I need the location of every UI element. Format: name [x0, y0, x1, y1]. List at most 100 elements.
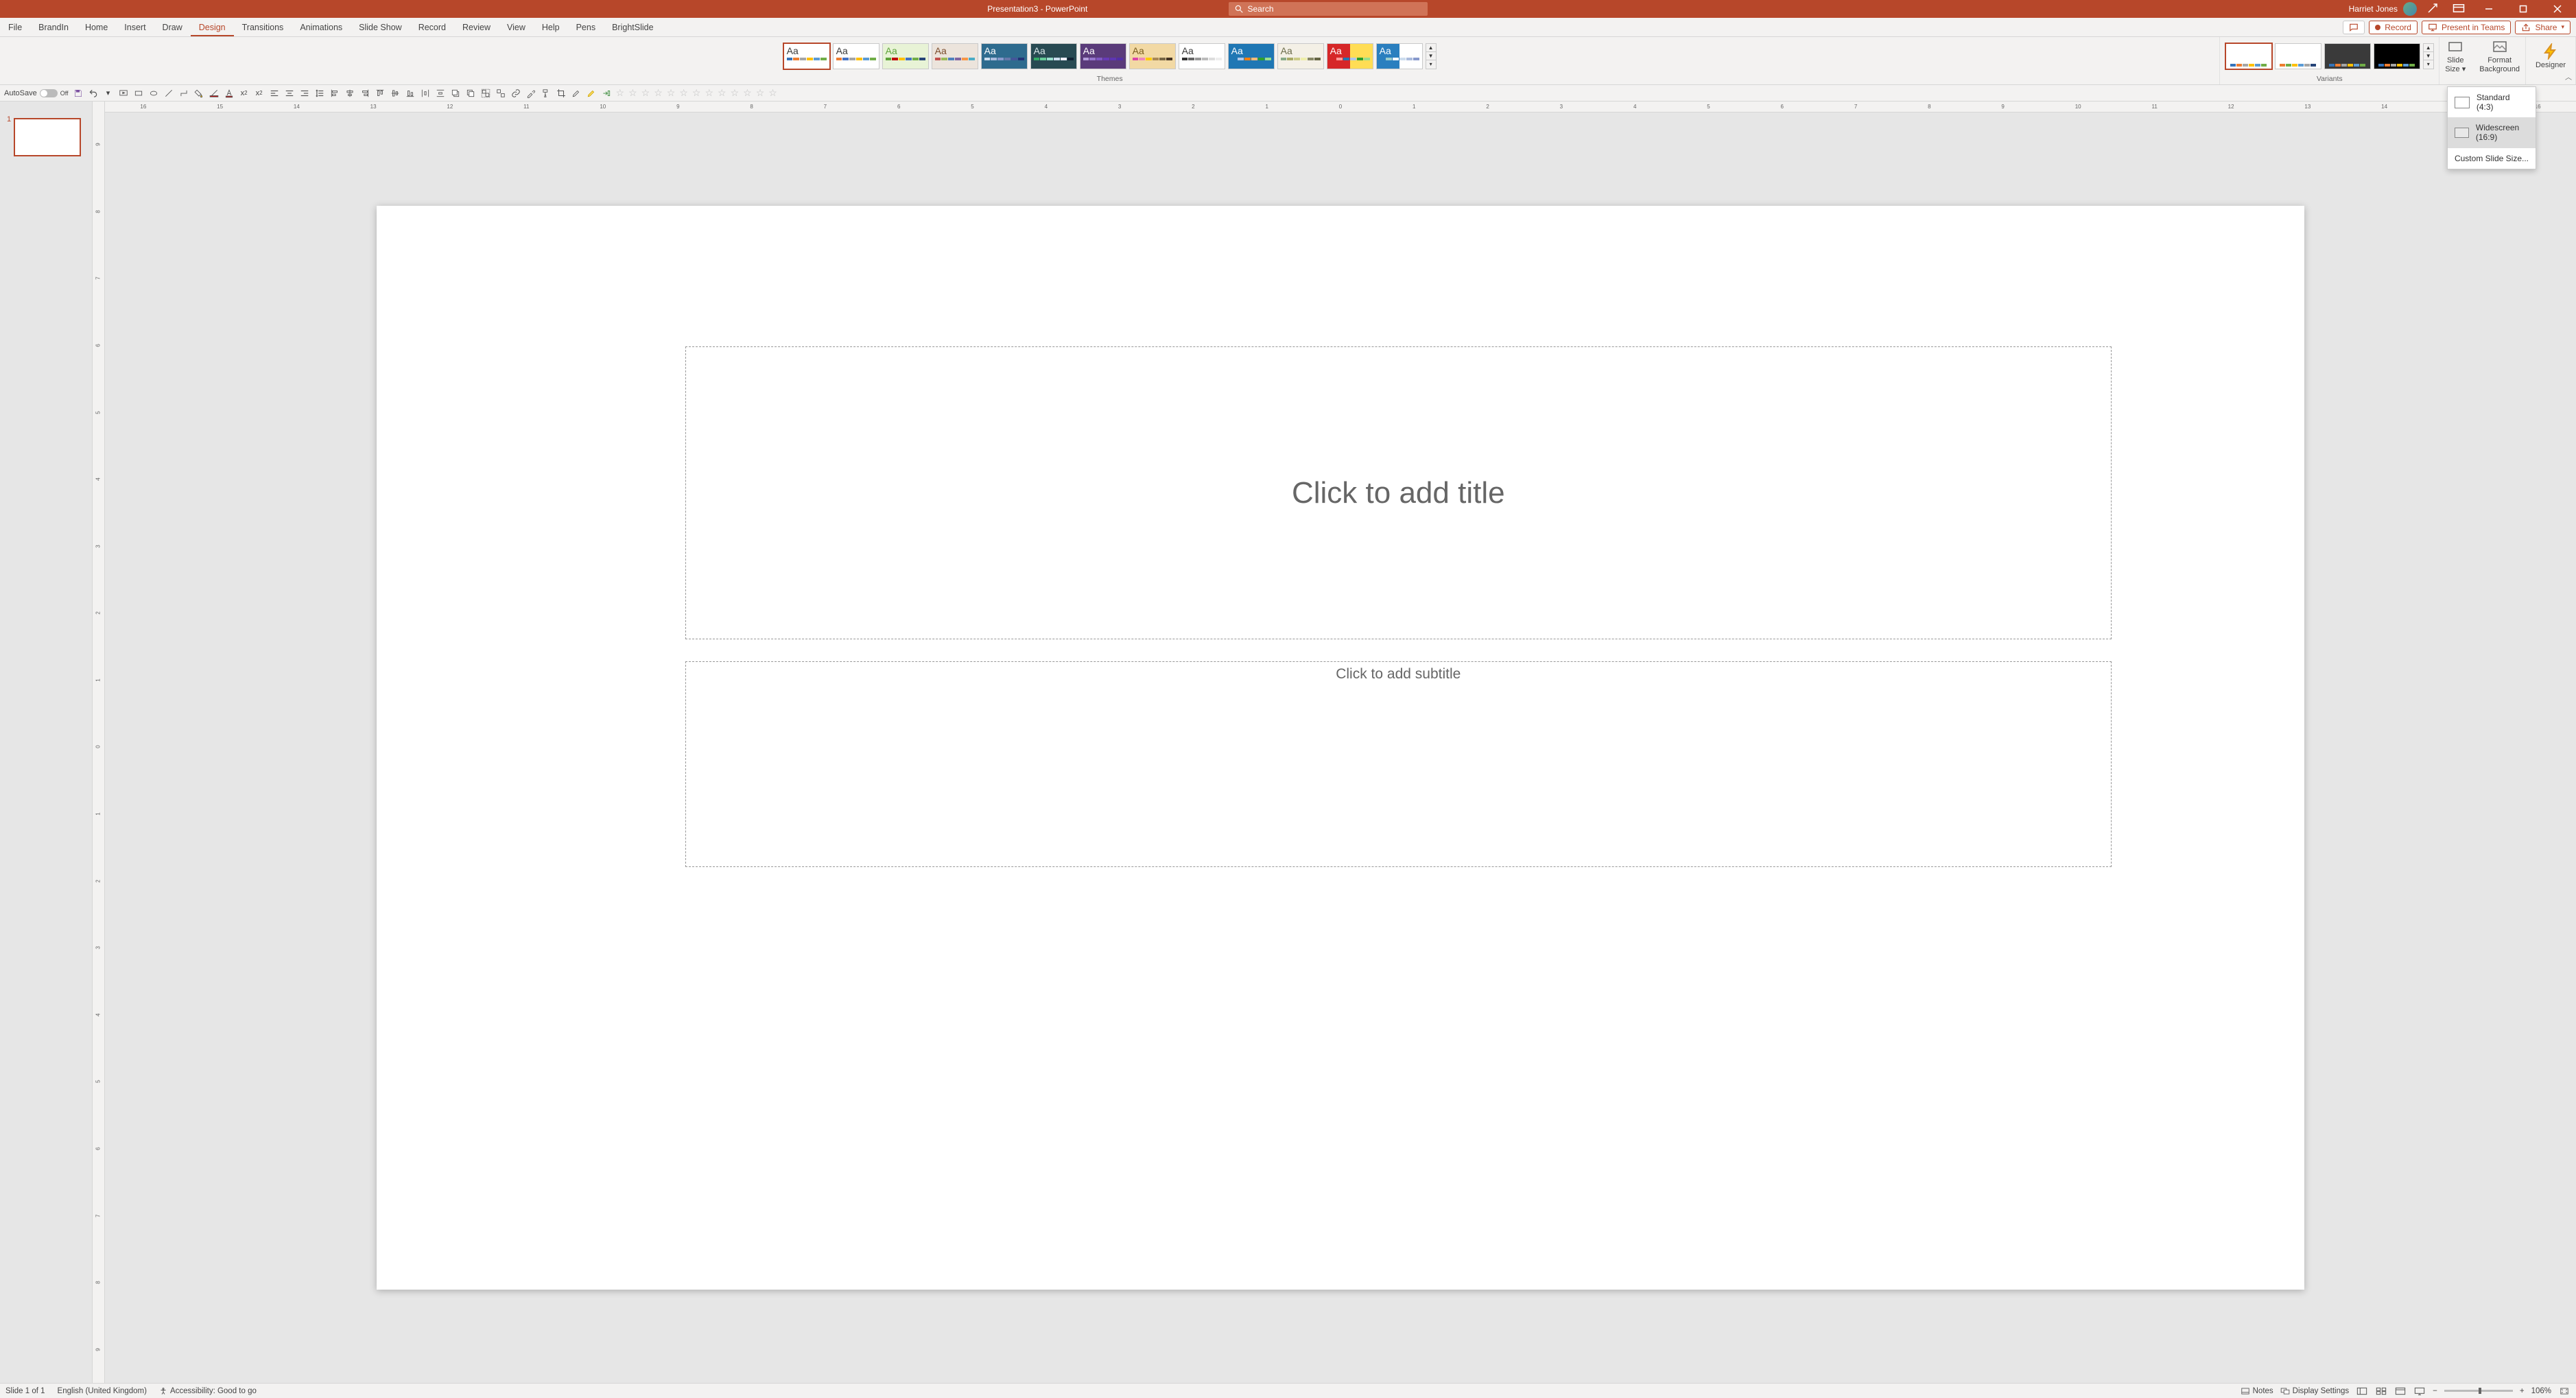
- comments-button[interactable]: [2343, 21, 2365, 34]
- theme-thumbnail[interactable]: Aa: [1129, 43, 1176, 69]
- fit-to-window-button[interactable]: [2558, 1386, 2571, 1396]
- zoom-slider[interactable]: [2444, 1390, 2513, 1392]
- qat-star-icon[interactable]: ☆: [768, 87, 777, 99]
- expand-gallery-icon[interactable]: ▾: [1426, 60, 1436, 68]
- slide-position[interactable]: Slide 1 of 1: [5, 1387, 45, 1395]
- oval-shape-icon[interactable]: [148, 88, 159, 99]
- title-placeholder[interactable]: Click to add title: [685, 346, 2112, 639]
- chevron-up-icon[interactable]: ▲: [1426, 44, 1436, 52]
- shape-fill-icon[interactable]: [193, 88, 204, 99]
- theme-thumbnail[interactable]: Aa: [981, 43, 1028, 69]
- line-shape-icon[interactable]: [163, 88, 174, 99]
- ribbon-mode-icon[interactable]: [2448, 3, 2469, 15]
- designer-button[interactable]: Designer: [2530, 40, 2571, 72]
- animation-pane-icon[interactable]: [601, 88, 612, 99]
- chevron-up-icon[interactable]: ▲: [2424, 44, 2433, 52]
- tab-brightslide[interactable]: BrightSlide: [604, 18, 661, 36]
- pen-icon[interactable]: [571, 88, 582, 99]
- notes-button[interactable]: Notes: [2241, 1387, 2273, 1395]
- qat-star-icon[interactable]: ☆: [679, 87, 688, 99]
- qat-star-icon[interactable]: ☆: [705, 87, 713, 99]
- user-name[interactable]: Harriet Jones: [2349, 4, 2398, 14]
- tab-view[interactable]: View: [499, 18, 534, 36]
- zoom-in-button[interactable]: +: [2520, 1387, 2525, 1395]
- slide-editor[interactable]: Click to add title Click to add subtitle: [105, 112, 2576, 1383]
- variant-thumbnail[interactable]: [2374, 43, 2420, 69]
- theme-thumbnail[interactable]: Aa: [1327, 43, 1373, 69]
- maximize-button[interactable]: [2509, 0, 2538, 18]
- font-color-icon[interactable]: [224, 88, 235, 99]
- qat-star-icon[interactable]: ☆: [756, 87, 765, 99]
- link-icon[interactable]: [510, 88, 521, 99]
- zoom-percent[interactable]: 106%: [2531, 1387, 2551, 1395]
- search-box[interactable]: Search: [1229, 2, 1428, 16]
- align-right-icon[interactable]: [299, 88, 310, 99]
- theme-thumbnail[interactable]: Aa: [1228, 43, 1275, 69]
- align-objects-bottom-icon[interactable]: [405, 88, 416, 99]
- theme-thumbnail[interactable]: Aa: [833, 43, 879, 69]
- accessibility-status[interactable]: Accessibility: Good to go: [159, 1387, 257, 1395]
- theme-thumbnail[interactable]: Aa: [783, 43, 830, 69]
- theme-thumbnail[interactable]: Aa: [932, 43, 978, 69]
- qat-star-icon[interactable]: ☆: [616, 87, 625, 99]
- connector-shape-icon[interactable]: [178, 88, 189, 99]
- send-backward-icon[interactable]: [465, 88, 476, 99]
- qat-star-icon[interactable]: ☆: [654, 87, 663, 99]
- qat-star-icon[interactable]: ☆: [731, 87, 740, 99]
- redo-dropdown-icon[interactable]: ▾: [103, 88, 114, 99]
- display-settings-button[interactable]: Display Settings: [2280, 1387, 2349, 1395]
- distribute-v-icon[interactable]: [435, 88, 446, 99]
- tab-animations[interactable]: Animations: [292, 18, 351, 36]
- align-objects-left-icon[interactable]: [329, 88, 340, 99]
- slideshow-view-button[interactable]: [2413, 1386, 2426, 1396]
- align-left-icon[interactable]: [269, 88, 280, 99]
- avatar[interactable]: [2403, 2, 2417, 16]
- qat-star-icon[interactable]: ☆: [628, 87, 637, 99]
- slide-size-standard-option[interactable]: Standard (4:3): [2448, 87, 2536, 117]
- variants-gallery-scroll[interactable]: ▲▼▾: [2423, 43, 2434, 69]
- themes-gallery-scroll[interactable]: ▲▼▾: [1426, 43, 1437, 69]
- theme-thumbnail[interactable]: Aa: [1080, 43, 1126, 69]
- chevron-down-icon[interactable]: ▼: [1426, 52, 1436, 60]
- expand-gallery-icon[interactable]: ▾: [2424, 60, 2433, 68]
- tab-help[interactable]: Help: [534, 18, 568, 36]
- bring-forward-icon[interactable]: [450, 88, 461, 99]
- align-objects-top-icon[interactable]: [375, 88, 386, 99]
- tab-draw[interactable]: Draw: [154, 18, 191, 36]
- close-button[interactable]: [2543, 0, 2572, 18]
- slide-thumbnail[interactable]: [14, 118, 81, 156]
- qat-star-icon[interactable]: ☆: [743, 87, 752, 99]
- tab-insert[interactable]: Insert: [116, 18, 154, 36]
- tab-design[interactable]: Design: [191, 18, 234, 36]
- variant-thumbnail[interactable]: [2275, 43, 2321, 69]
- group-icon[interactable]: [480, 88, 491, 99]
- present-in-teams-button[interactable]: Present in Teams: [2422, 21, 2512, 34]
- tab-home[interactable]: Home: [77, 18, 116, 36]
- format-background-button[interactable]: FormatBackground: [2474, 37, 2525, 75]
- thumbnail-panel[interactable]: 1: [0, 102, 93, 1383]
- autosave-toggle[interactable]: AutoSave Off: [4, 89, 69, 97]
- subtitle-placeholder[interactable]: Click to add subtitle: [685, 661, 2112, 867]
- align-objects-middle-icon[interactable]: [390, 88, 401, 99]
- slide-size-button[interactable]: SlideSize ▾: [2439, 37, 2471, 75]
- tab-slide-show[interactable]: Slide Show: [351, 18, 410, 36]
- qat-star-icon[interactable]: ☆: [667, 87, 676, 99]
- record-button[interactable]: Record: [2369, 21, 2418, 34]
- save-icon[interactable]: [73, 88, 84, 99]
- theme-thumbnail[interactable]: Aa: [1030, 43, 1077, 69]
- tab-pens[interactable]: Pens: [568, 18, 604, 36]
- shape-outline-icon[interactable]: [209, 88, 220, 99]
- eyedropper-icon[interactable]: [525, 88, 536, 99]
- highlighter-icon[interactable]: [586, 88, 597, 99]
- qat-star-icon[interactable]: ☆: [641, 87, 650, 99]
- custom-slide-size-option[interactable]: Custom Slide Size...: [2448, 148, 2536, 169]
- ungroup-icon[interactable]: [495, 88, 506, 99]
- distribute-h-icon[interactable]: [420, 88, 431, 99]
- theme-thumbnail[interactable]: Aa: [1376, 43, 1423, 69]
- coming-soon-icon[interactable]: [2422, 2, 2443, 16]
- undo-icon[interactable]: [88, 88, 99, 99]
- share-button[interactable]: Share ▾: [2515, 21, 2571, 34]
- superscript-icon[interactable]: x2: [254, 88, 265, 99]
- variant-thumbnail[interactable]: [2324, 43, 2371, 69]
- slide-size-widescreen-option[interactable]: Widescreen (16:9): [2448, 117, 2536, 147]
